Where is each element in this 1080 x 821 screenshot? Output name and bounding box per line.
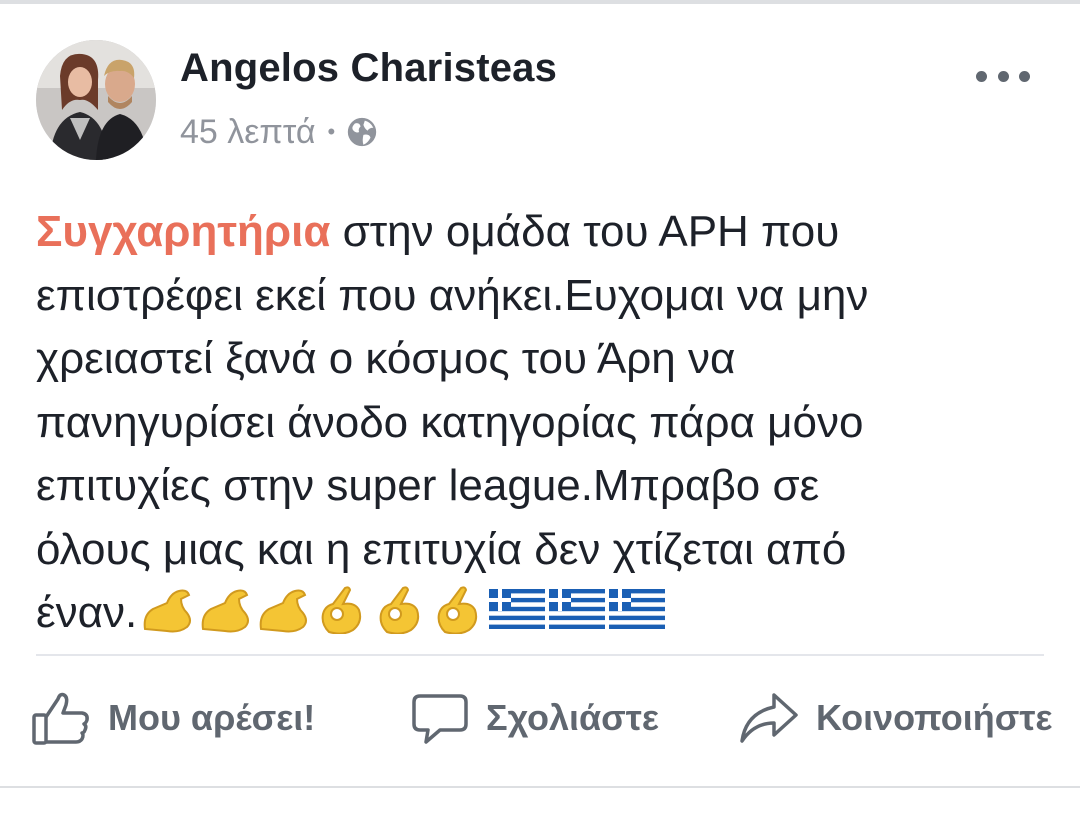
post-line: όλους μιας και η επιτυχία δεν χτίζεται α… [36, 524, 847, 574]
post-line: επιτυχίες στην super league.Μπραβο σε [36, 461, 820, 510]
avatar-image [36, 40, 156, 160]
comment-bubble-icon [412, 694, 468, 744]
highlighted-word[interactable]: Συγχαρητήρια [36, 207, 330, 256]
ok-hand-icon [437, 586, 478, 635]
bottom-divider [0, 786, 1080, 788]
post-meta: 45 λεπτά • [180, 112, 379, 152]
avatar[interactable] [36, 40, 156, 160]
comment-label: Σχολιάστε [486, 697, 659, 738]
ok-hand-icon [379, 586, 420, 635]
flexed-biceps-icon [143, 589, 192, 633]
like-button[interactable]: Μου αρέσει! [30, 683, 315, 753]
action-bar: Μου αρέσει! Σχολιάστε Κοινοποιήστε [0, 683, 1080, 753]
thumbs-up-icon [32, 692, 89, 745]
post-divider [36, 654, 1044, 656]
more-dot [1019, 70, 1030, 82]
emoji-row [141, 584, 669, 635]
like-label: Μου αρέσει! [108, 697, 316, 738]
post-line: έναν. [36, 581, 1046, 645]
flexed-biceps-icon [201, 589, 250, 633]
greece-flag-icon [609, 589, 666, 630]
greece-flag-icon [549, 589, 606, 630]
post-line-text: έναν. [36, 588, 138, 637]
post-line: χρειαστεί ξανά ο κόσμος του Άρη να [36, 334, 736, 383]
flexed-biceps-icon [259, 589, 308, 633]
ok-hand-icon [321, 586, 362, 635]
share-arrow-icon [740, 693, 798, 743]
post-time[interactable]: 45 λεπτά [180, 113, 316, 152]
author-name[interactable]: Angelos Charisteas [180, 46, 557, 91]
top-divider [0, 0, 1080, 4]
meta-separator: • [327, 119, 336, 144]
comment-button[interactable]: Σχολιάστε [410, 683, 659, 753]
greece-flag-icon [489, 589, 546, 630]
post-header: Angelos Charisteas 45 λεπτά • [36, 40, 1044, 162]
post-line: επιστρέφει εκεί που ανήκει.Ευχομαι να μη… [36, 270, 869, 320]
post-line-text: στην ομάδα του ΑΡΗ που [330, 207, 840, 256]
post-text: Συγχαρητήρια στην ομάδα του ΑΡΗ που επισ… [36, 200, 1046, 645]
post-line: Συγχαρητήρια στην ομάδα του ΑΡΗ που [36, 200, 1046, 264]
more-dots-icon [976, 70, 987, 82]
more-options-button[interactable] [976, 64, 1030, 88]
share-button[interactable]: Κοινοποιήστε [738, 683, 1053, 753]
post-line: πανηγυρίσει άνοδο κατηγορίας πάρα μόνο [36, 397, 864, 447]
globe-icon[interactable] [345, 115, 379, 149]
more-dot [997, 70, 1009, 82]
share-label: Κοινοποιήστε [816, 697, 1053, 738]
